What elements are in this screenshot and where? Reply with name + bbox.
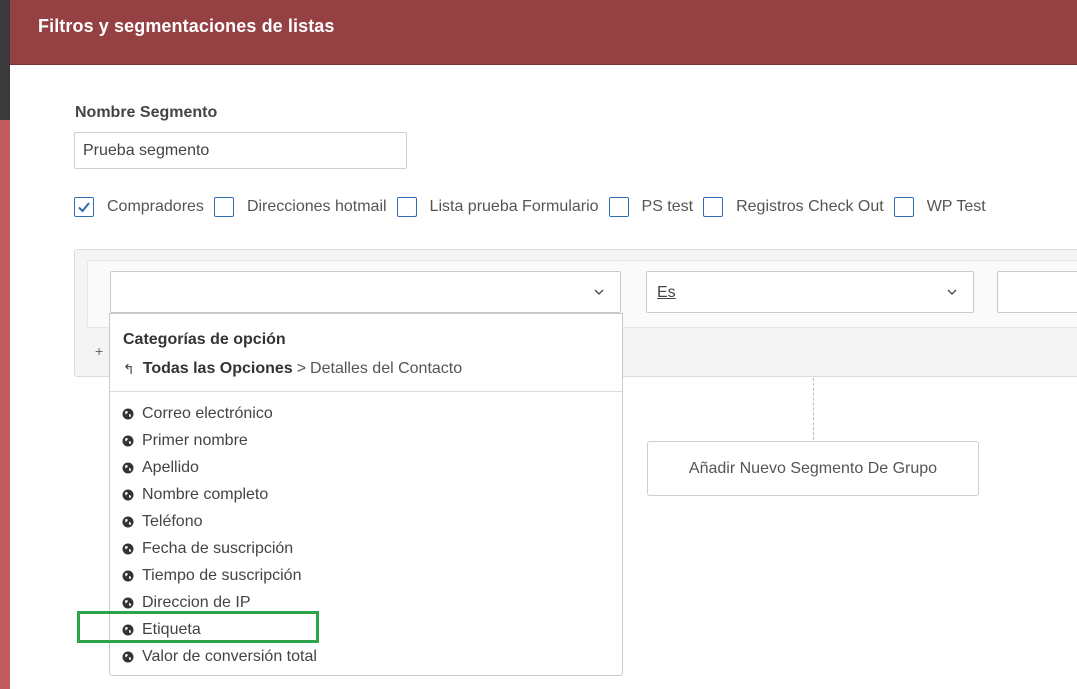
operator-select[interactable]: Es (646, 271, 974, 313)
page-header: Filtros y segmentaciones de listas (10, 0, 1077, 65)
back-arrow-icon[interactable]: ↰ (123, 361, 135, 378)
dropdown-divider (110, 391, 622, 392)
globe-icon (122, 489, 134, 501)
option-label: Tiempo de suscripción (142, 566, 302, 584)
checkmark-icon (78, 202, 90, 213)
breadcrumb-root[interactable]: Todas las Opciones (143, 360, 293, 378)
option-tiempo-de-suscripcion[interactable]: Tiempo de suscripción (122, 562, 612, 589)
checkbox[interactable] (74, 197, 94, 217)
checkbox[interactable] (893, 197, 914, 217)
list-checkbox-ps-test[interactable]: PS test (608, 197, 694, 217)
sidebar-dark-top (0, 0, 10, 120)
list-checkbox-registros-check-out[interactable]: Registros Check Out (703, 197, 884, 217)
list-checkbox-wp-test[interactable]: WP Test (893, 197, 986, 217)
operator-value: Es (657, 284, 676, 301)
list-checkbox-lista-prueba-formulario[interactable]: Lista prueba Formulario (396, 197, 599, 217)
left-sidebar-strip (0, 0, 10, 689)
group-connector-line (813, 378, 814, 440)
checkbox[interactable] (213, 197, 234, 217)
globe-icon (122, 597, 134, 609)
segment-name-label: Nombre Segmento (75, 104, 218, 121)
option-label: Teléfono (142, 512, 203, 530)
option-nombre-completo[interactable]: Nombre completo (122, 481, 612, 508)
option-label: Valor de conversión total (142, 647, 317, 665)
option-fecha-de-suscripcion[interactable]: Fecha de suscripción (122, 535, 612, 562)
option-label: Primer nombre (142, 431, 248, 449)
checkbox[interactable] (703, 197, 724, 217)
option-primer-nombre[interactable]: Primer nombre (122, 427, 612, 454)
checkbox[interactable] (608, 197, 629, 217)
option-label: Nombre completo (142, 485, 269, 503)
option-label: Correo electrónico (142, 404, 273, 422)
list-checkboxes: Compradores Direcciones hotmail Lista pr… (74, 196, 996, 218)
list-label: PS test (641, 198, 694, 215)
globe-icon (122, 435, 134, 447)
page-title: Filtros y segmentaciones de listas (38, 16, 335, 36)
option-telefono[interactable]: Teléfono (122, 508, 612, 535)
field-select[interactable] (110, 271, 621, 313)
chevron-down-icon (594, 289, 604, 296)
globe-icon (122, 651, 134, 663)
globe-icon (122, 408, 134, 420)
list-checkbox-compradores[interactable]: Compradores (74, 197, 204, 217)
checkbox[interactable] (396, 197, 417, 217)
option-label: Apellido (142, 458, 199, 476)
rule-value-input[interactable] (997, 271, 1077, 313)
list-label: Lista prueba Formulario (429, 198, 599, 215)
highlight-box-etiqueta (77, 611, 319, 643)
breadcrumb: ↰ Todas las Opciones > Detalles del Cont… (123, 360, 462, 378)
list-label: WP Test (926, 198, 986, 215)
globe-icon (122, 516, 134, 528)
add-rule-button[interactable]: + (95, 343, 103, 359)
globe-icon (122, 570, 134, 582)
breadcrumb-separator: > (296, 360, 307, 377)
breadcrumb-current: Detalles del Contacto (310, 360, 463, 377)
globe-icon (122, 462, 134, 474)
option-label: Direccion de IP (142, 593, 251, 611)
add-group-segment-button[interactable]: Añadir Nuevo Segmento De Grupo (647, 441, 979, 496)
chevron-down-icon (947, 289, 957, 296)
globe-icon (122, 543, 134, 555)
segment-name-input[interactable] (74, 132, 407, 169)
option-valor-de-conversion-total[interactable]: Valor de conversión total (122, 643, 612, 670)
list-label: Registros Check Out (736, 198, 884, 215)
option-apellido[interactable]: Apellido (122, 454, 612, 481)
option-label: Fecha de suscripción (142, 539, 294, 557)
list-label: Direcciones hotmail (246, 198, 387, 215)
list-checkbox-direcciones-hotmail[interactable]: Direcciones hotmail (213, 197, 387, 217)
option-correo-electronico[interactable]: Correo electrónico (122, 400, 612, 427)
list-label: Compradores (107, 198, 204, 215)
dropdown-heading: Categorías de opción (123, 331, 286, 348)
